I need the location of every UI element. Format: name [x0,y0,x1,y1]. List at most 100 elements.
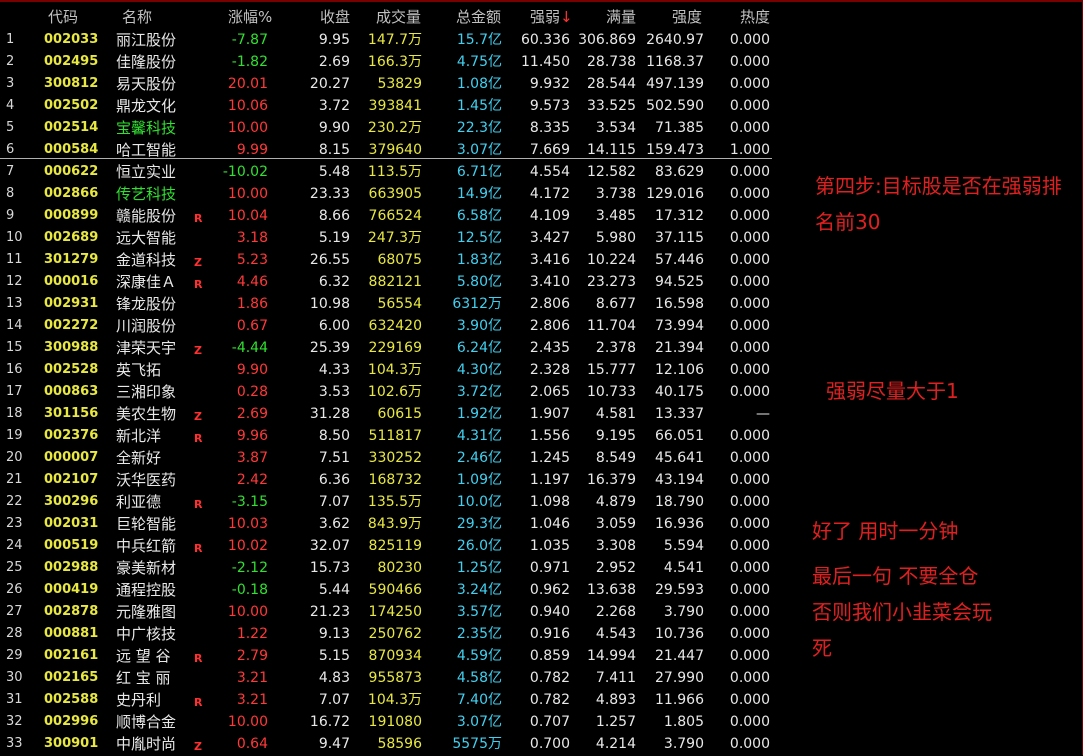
table-row[interactable]: 18 301156 美农生物 Z 2.69 31.28 60615 1.92亿 1.907 4.5… [0,403,780,425]
table-row[interactable]: 15 300988 津荣天宇 Z -4.44 25.39 229169 6.24亿 2.435 2… [0,337,780,359]
header-change[interactable]: 涨幅% [228,6,272,26]
table-row[interactable]: 12 000016 深康佳Ａ R 4.46 6.32 882121 5.80亿 3.410 23.… [0,271,780,293]
cell-rd: 0.000 [729,362,770,378]
cell-name: 赣能股份 [116,207,177,225]
cell-qr: 0.940 [529,604,570,620]
cell-close: 21.23 [309,604,350,620]
table-row[interactable]: 31 002588 史丹利 R 3.21 7.07 104.3万 7.40亿 0.782 4.89… [0,689,780,711]
cell-amount: 5575万 [452,736,502,752]
cell-mh: 306.869 [578,32,636,48]
cell-volume: 250762 [368,626,422,642]
cell-rd: 0.000 [729,450,770,466]
cell-change: 9.96 [236,428,268,444]
table-row[interactable]: 24 000519 中兵红箭 R 10.02 32.07 825119 26.0亿 1.035 3… [0,535,780,557]
cell-name: 易天股份 [116,75,177,93]
header-code[interactable]: 代码 [48,6,78,26]
table-row[interactable]: 30 002165 红 宝 丽 3.21 4.83 955873 4.58亿 0.782 7.4… [0,667,780,689]
cell-mh: 23.273 [587,274,636,290]
cell-mh: 12.582 [587,164,636,180]
header-close[interactable]: 收盘 [320,6,350,26]
table-row[interactable]: 5 002514 宝馨科技 10.00 9.90 230.2万 22.3亿 8.335 3.53… [0,117,780,139]
table-row[interactable]: 8 002866 传艺科技 10.00 23.33 663905 14.9亿 4.172 3.7… [0,183,780,205]
header-strength-weak[interactable]: 强弱↓ [530,6,573,26]
table-row[interactable]: 21 002107 沃华医药 2.42 6.36 168732 1.09亿 1.197 16.3… [0,469,780,491]
cell-code: 002107 [44,472,99,487]
cell-name: 巨轮智能 [116,515,177,533]
header-full[interactable]: 满量 [606,6,636,26]
cell-amount: 1.08亿 [456,76,502,92]
cell-change: -0.18 [231,582,268,598]
header-name[interactable]: 名称 [122,6,152,26]
cell-amount: 22.3亿 [456,120,502,136]
table-row[interactable]: 29 002161 远 望 谷 R 2.79 5.15 870934 4.59亿 0.859 14… [0,645,780,667]
table-row[interactable]: 20 000007 全新好 3.87 7.51 330252 2.46亿 1.245 8.549… [0,447,780,469]
cell-volume: 590466 [368,582,422,598]
table-row[interactable]: 2 002495 佳隆股份 -1.82 2.69 166.3万 4.75亿 11.450 28.… [0,51,780,73]
cell-volume: 104.3万 [367,362,422,378]
table-row[interactable]: 19 002376 新北洋 R 9.96 8.50 511817 4.31亿 1.556 9.19… [0,425,780,447]
cell-idx: 30 [6,670,23,685]
table-row[interactable]: 23 002031 巨轮智能 10.03 3.62 843.9万 29.3亿 1.046 3.0… [0,513,780,535]
table-row[interactable]: 13 002931 锋龙股份 1.86 10.98 56554 6312万 2.806 8.67… [0,293,780,315]
cell-close: 6.00 [318,318,350,334]
cell-change: 9.99 [236,142,268,158]
cell-mh: 15.777 [587,362,636,378]
header-volume[interactable]: 成交量 [376,6,421,26]
cell-qd: 57.446 [655,252,704,268]
table-row[interactable]: 4 002502 鼎龙文化 10.06 3.72 393841 1.45亿 9.573 33.5… [0,95,780,117]
window-top-border [0,0,1083,2]
cell-amount: 6.71亿 [456,164,502,180]
cell-volume: 113.5万 [367,164,422,180]
table-row[interactable]: 14 002272 川润股份 0.67 6.00 632420 3.90亿 2.806 11.7… [0,315,780,337]
cell-idx: 21 [6,472,23,487]
table-row[interactable]: 3 300812 易天股份 20.01 20.27 53829 1.08亿 9.932 28.5… [0,73,780,95]
table-row[interactable]: 28 000881 中广核技 1.22 9.13 250762 2.35亿 0.916 4.54… [0,623,780,645]
table-row[interactable]: 32 002996 顺博合金 10.00 16.72 191080 3.07亿 0.707 1.… [0,711,780,733]
cell-volume: 843.9万 [367,516,422,532]
cell-code: 002866 [44,186,99,201]
cell-code: 002528 [44,362,99,377]
table-row[interactable]: 9 000899 赣能股份 R 10.04 8.66 766524 6.58亿 4.109 3.4… [0,205,780,227]
cell-rd: 0.000 [729,384,770,400]
cell-amount: 15.7亿 [456,32,502,48]
cell-code: 000007 [44,450,99,465]
table-row[interactable]: 22 300296 利亚德 R -3.15 7.07 135.5万 10.0亿 1.098 4.8… [0,491,780,513]
cell-qd: 71.385 [655,120,704,136]
cell-name: 深康佳Ａ [116,273,177,291]
cell-code: 002588 [44,692,99,707]
table-row[interactable]: 11 301279 金道科技 Z 5.23 26.55 68075 1.83亿 3.416 10.… [0,249,780,271]
cell-rd: 0.000 [729,714,770,730]
cell-idx: 6 [6,142,15,157]
table-row[interactable]: 33 300901 中胤时尚 Z 0.64 9.47 58596 5575万 0.700 4.21… [0,733,780,755]
cell-mh: 8.677 [595,296,636,312]
header-amount[interactable]: 总金额 [456,6,501,26]
table-row[interactable]: 10 002689 远大智能 3.18 5.19 247.3万 12.5亿 3.427 5.98… [0,227,780,249]
cell-code: 300296 [44,494,99,509]
table-row[interactable]: 16 002528 英飞拓 9.90 4.33 104.3万 4.30亿 2.328 15.77… [0,359,780,381]
cell-mh: 4.879 [595,494,636,510]
table-row[interactable]: 26 000419 通程控股 -0.18 5.44 590466 3.24亿 0.962 13.… [0,579,780,601]
cell-close: 7.07 [318,692,350,708]
table-row[interactable]: 7 000622 恒立实业 -10.02 5.48 113.5万 6.71亿 4.554 12.… [0,161,780,183]
table-row[interactable]: 25 002988 豪美新材 -2.12 15.73 80230 1.25亿 0.971 2.9… [0,557,780,579]
cell-idx: 14 [6,318,23,333]
cell-amount: 5.80亿 [456,274,502,290]
table-row[interactable]: 27 002878 元隆雅图 10.00 21.23 174250 3.57亿 0.940 2.… [0,601,780,623]
cell-qd: 502.590 [646,98,704,114]
header-heat[interactable]: 热度 [740,6,770,26]
table-row[interactable]: 1 002033 丽江股份 -7.87 9.95 147.7万 15.7亿 60.336 306… [0,29,780,51]
header-strength[interactable]: 强度 [672,6,702,26]
cell-volume: 663905 [368,186,422,202]
cell-code: 002031 [44,516,99,531]
cell-volume: 511817 [368,428,422,444]
cell-qr: 4.554 [529,164,570,180]
cell-volume: 102.6万 [367,384,422,400]
table-row[interactable]: 17 000863 三湘印象 0.28 3.53 102.6万 3.72亿 2.065 10.7… [0,381,780,403]
cell-mh: 4.543 [595,626,636,642]
cell-mh: 33.525 [587,98,636,114]
cell-close: 4.33 [318,362,350,378]
cell-qr: 0.700 [529,736,570,752]
cell-volume: 60615 [377,406,422,422]
cell-idx: 17 [6,384,23,399]
cell-rd: 0.000 [729,340,770,356]
